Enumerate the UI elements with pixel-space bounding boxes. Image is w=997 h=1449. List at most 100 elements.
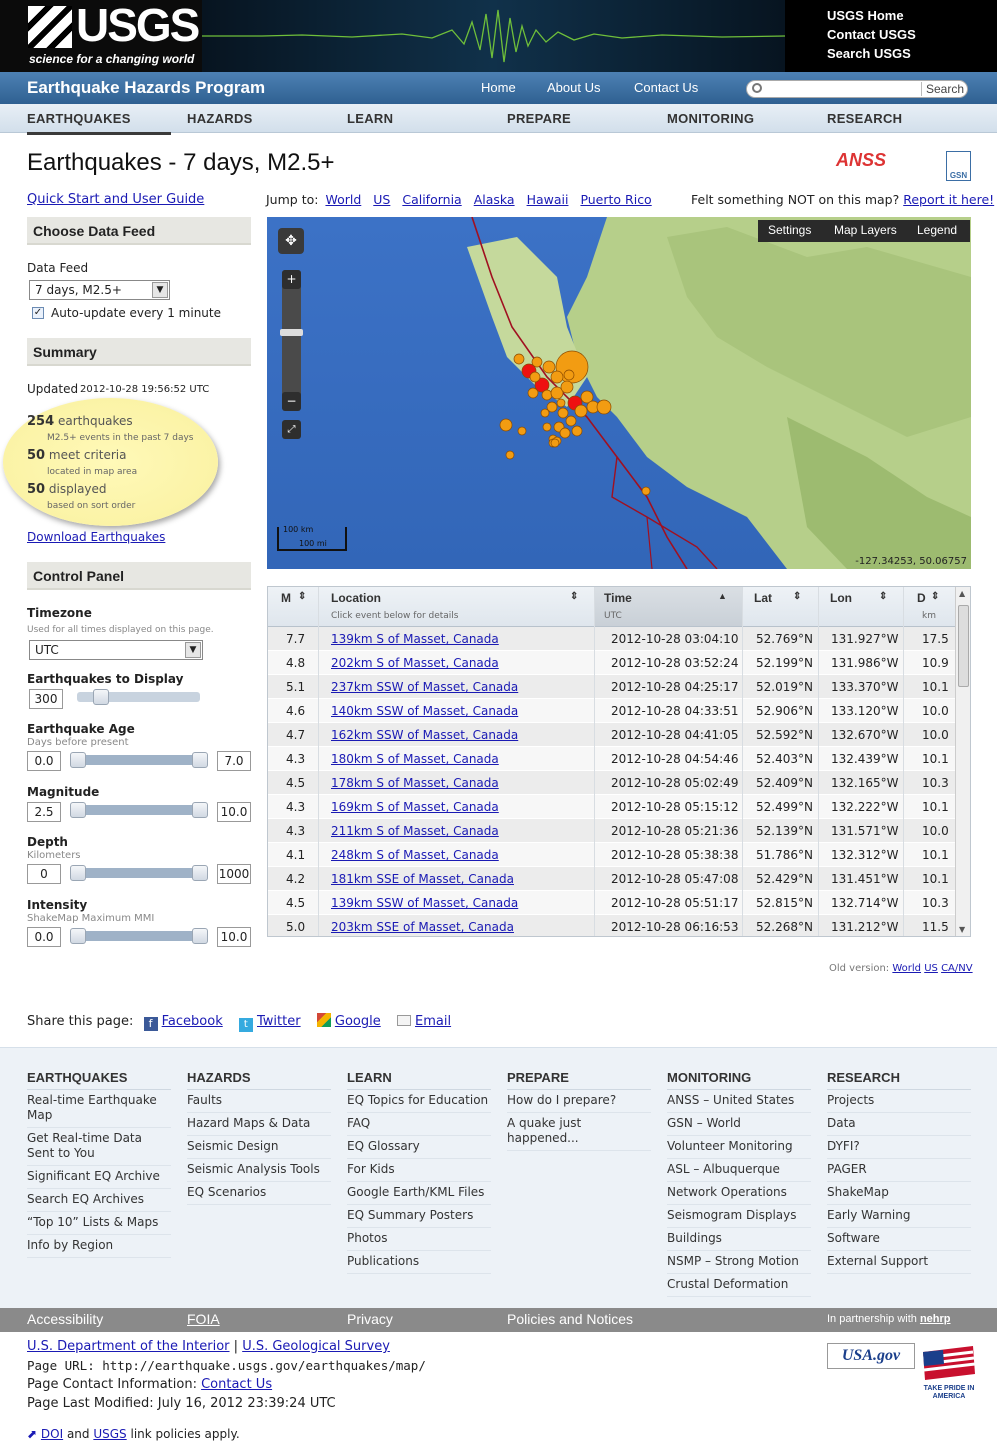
footer-link[interactable]: Software: [827, 1228, 971, 1251]
nav-about[interactable]: About Us: [547, 80, 600, 95]
sort-icon[interactable]: ⇕: [298, 591, 306, 602]
cell-location[interactable]: 203km SSE of Masset, Canada: [331, 920, 514, 934]
quake-marker[interactable]: [531, 356, 543, 368]
quake-marker[interactable]: [499, 418, 513, 432]
footer-link[interactable]: Seismic Analysis Tools: [187, 1159, 331, 1182]
footer-link[interactable]: Search EQ Archives: [27, 1189, 171, 1212]
table-scrollbar[interactable]: ▲ ▼: [955, 587, 970, 936]
old-world-link[interactable]: World: [892, 963, 921, 974]
cell-location[interactable]: 248km S of Masset, Canada: [331, 848, 499, 862]
menu-hazards[interactable]: HAZARDS: [187, 111, 253, 126]
search-input[interactable]: Search: [746, 80, 968, 98]
quake-marker[interactable]: [559, 427, 571, 439]
data-feed-select[interactable]: 7 days, M2.5+ ▼: [29, 280, 170, 300]
age-max-field[interactable]: 7.0: [217, 751, 251, 771]
scroll-down-icon[interactable]: ▼: [959, 925, 965, 934]
sort-icon[interactable]: ⇕: [879, 591, 887, 602]
cell-location[interactable]: 139km SSW of Masset, Canada: [331, 896, 518, 910]
contact-usgs-link[interactable]: Contact USGS: [827, 25, 916, 44]
scroll-up-icon[interactable]: ▲: [959, 589, 965, 598]
usagov-logo[interactable]: USA.gov: [827, 1343, 915, 1369]
sort-asc-icon[interactable]: ▲: [718, 591, 727, 601]
depth-max-handle[interactable]: [192, 865, 208, 881]
old-us-link[interactable]: US: [924, 963, 938, 974]
footer-link[interactable]: Info by Region: [27, 1235, 171, 1258]
quake-marker[interactable]: [574, 404, 588, 418]
quake-marker[interactable]: [556, 398, 566, 408]
display-slider-handle[interactable]: [93, 689, 109, 705]
footer-link[interactable]: Significant EQ Archive: [27, 1166, 171, 1189]
jump-puerto-rico[interactable]: Puerto Rico: [580, 192, 651, 207]
usgs-home-link[interactable]: USGS Home: [827, 6, 916, 25]
table-row[interactable]: 4.5 139km SSW of Masset, Canada 2012-10-28…: [268, 891, 955, 915]
footer-link[interactable]: ASL – Albuquerque: [667, 1159, 811, 1182]
table-row[interactable]: 4.6 140km SSW of Masset, Canada 2012-10-28…: [268, 699, 955, 723]
anss-logo[interactable]: ANSS: [836, 150, 886, 171]
menu-monitoring[interactable]: MONITORING: [667, 111, 754, 126]
footer-heading[interactable]: PREPARE: [507, 1070, 651, 1090]
sort-icon[interactable]: ⇕: [931, 591, 939, 602]
footer-link[interactable]: Photos: [347, 1228, 491, 1251]
quick-start-link[interactable]: Quick Start and User Guide: [27, 192, 204, 207]
quake-marker[interactable]: [550, 370, 564, 384]
auto-update-checkbox[interactable]: ✓: [32, 307, 44, 319]
foia-link[interactable]: FOIA: [187, 1311, 220, 1327]
quake-marker[interactable]: [641, 486, 651, 496]
footer-link[interactable]: Google Earth/KML Files: [347, 1182, 491, 1205]
footer-link[interactable]: Seismogram Displays: [667, 1205, 811, 1228]
table-row[interactable]: 4.2 181km SSE of Masset, Canada 2012-10-28…: [268, 867, 955, 891]
footer-link[interactable]: “Top 10” Lists & Maps: [27, 1212, 171, 1235]
cell-location[interactable]: 178km S of Masset, Canada: [331, 776, 499, 790]
quake-marker[interactable]: [540, 408, 550, 418]
col-location[interactable]: Location: [331, 591, 381, 605]
menu-research[interactable]: RESEARCH: [827, 111, 902, 126]
magnitude-min-handle[interactable]: [70, 802, 86, 818]
cell-location[interactable]: 237km SSW of Masset, Canada: [331, 680, 518, 694]
scrollbar-thumb[interactable]: [958, 605, 969, 687]
quake-marker[interactable]: [505, 450, 515, 460]
privacy-link[interactable]: Privacy: [347, 1311, 393, 1327]
accessibility-link[interactable]: Accessibility: [27, 1311, 103, 1327]
footer-link[interactable]: A quake just happened...: [507, 1113, 651, 1151]
footer-link[interactable]: For Kids: [347, 1159, 491, 1182]
quake-marker[interactable]: [542, 360, 556, 374]
age-min-field[interactable]: 0.0: [27, 751, 61, 771]
program-title[interactable]: Earthquake Hazards Program: [27, 78, 265, 98]
footer-link[interactable]: Crustal Deformation: [667, 1274, 811, 1297]
depth-min-field[interactable]: 0: [27, 864, 61, 884]
depth-min-handle[interactable]: [70, 865, 86, 881]
footer-link[interactable]: EQ Scenarios: [187, 1182, 331, 1205]
table-row[interactable]: 5.1 237km SSW of Masset, Canada 2012-10-28…: [268, 675, 955, 699]
footer-link[interactable]: EQ Topics for Education: [347, 1090, 491, 1113]
footer-link[interactable]: GSN – World: [667, 1113, 811, 1136]
footer-link[interactable]: Faults: [187, 1090, 331, 1113]
search-button[interactable]: Search: [920, 82, 964, 96]
jump-world[interactable]: World: [325, 192, 361, 207]
intensity-min-handle[interactable]: [70, 928, 86, 944]
footer-link[interactable]: Get Real-time Data Sent to You: [27, 1128, 171, 1166]
nav-contact[interactable]: Contact Us: [634, 80, 698, 95]
footer-heading[interactable]: HAZARDS: [187, 1070, 331, 1090]
footer-link[interactable]: Publications: [347, 1251, 491, 1274]
footer-link[interactable]: Volunteer Monitoring: [667, 1136, 811, 1159]
table-row[interactable]: 4.5 178km S of Masset, Canada 2012-10-28 0…: [268, 771, 955, 795]
quake-marker[interactable]: [596, 399, 612, 415]
usgs-logo[interactable]: USGS science for a changing world: [0, 0, 202, 72]
table-row[interactable]: 4.3 180km S of Masset, Canada 2012-10-28 0…: [268, 747, 955, 771]
table-row[interactable]: 4.1 248km S of Masset, Canada 2012-10-28 0…: [268, 843, 955, 867]
table-row[interactable]: 7.7 139km S of Masset, Canada 2012-10-28 0…: [268, 627, 955, 651]
quake-marker[interactable]: [560, 380, 574, 394]
quake-marker[interactable]: [517, 426, 527, 436]
nehrp-logo[interactable]: nehrp: [920, 1313, 951, 1325]
gsn-logo[interactable]: GSN: [946, 151, 971, 181]
share-google[interactable]: Google: [335, 1014, 381, 1029]
sort-icon[interactable]: ⇕: [793, 591, 801, 602]
footer-link[interactable]: DYFI?: [827, 1136, 971, 1159]
cell-location[interactable]: 140km SSW of Masset, Canada: [331, 704, 518, 718]
table-row[interactable]: 4.3 211km S of Masset, Canada 2012-10-28 0…: [268, 819, 955, 843]
cell-location[interactable]: 202km S of Masset, Canada: [331, 656, 499, 670]
col-time[interactable]: Time: [604, 591, 632, 605]
table-row[interactable]: 4.3 169km S of Masset, Canada 2012-10-28 0…: [268, 795, 955, 819]
footer-link[interactable]: Network Operations: [667, 1182, 811, 1205]
footer-link[interactable]: PAGER: [827, 1159, 971, 1182]
